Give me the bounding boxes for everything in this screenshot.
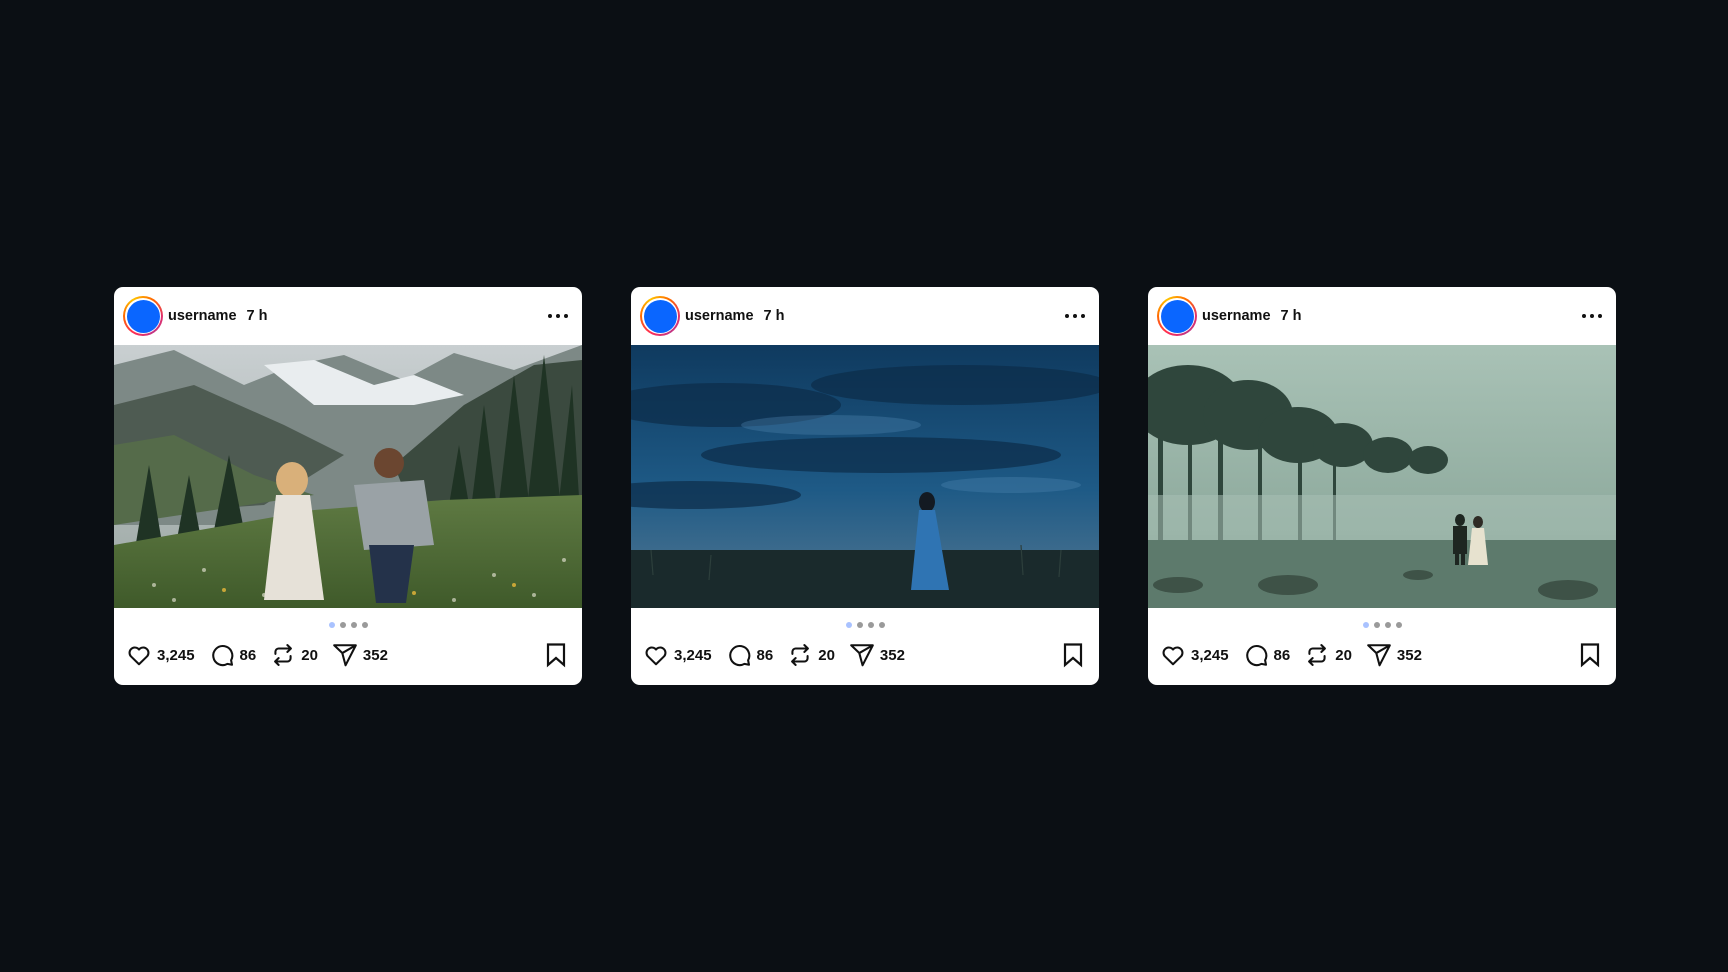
heart-icon xyxy=(645,646,667,666)
repost-icon xyxy=(1308,644,1327,666)
share-button[interactable]: 352 xyxy=(849,642,905,668)
carousel-dot-active[interactable] xyxy=(845,622,852,628)
comment-bubble-icon xyxy=(1245,645,1267,667)
save-button[interactable] xyxy=(544,642,568,668)
carousel-dot[interactable] xyxy=(1384,622,1391,628)
share-count: 352 xyxy=(879,646,905,664)
comment-button[interactable]: 86 xyxy=(209,642,257,668)
repost-count: 20 xyxy=(1335,646,1352,664)
save-button[interactable] xyxy=(1061,642,1085,668)
username[interactable]: username xyxy=(1202,308,1271,324)
like-button[interactable]: 3,245 xyxy=(1160,642,1229,668)
post-card: username 7 h 3,245 86 20 352 xyxy=(631,287,1099,685)
avatar[interactable] xyxy=(123,296,163,336)
post-actions: 3,245 86 20 352 xyxy=(1160,640,1602,670)
bookmark-icon xyxy=(546,643,566,668)
bookmark-icon xyxy=(1580,643,1600,668)
carousel-dot[interactable] xyxy=(361,622,368,628)
post-image[interactable] xyxy=(114,345,582,608)
carousel-indicator[interactable] xyxy=(631,608,1099,640)
like-button[interactable]: 3,245 xyxy=(126,642,195,668)
carousel-dot-active[interactable] xyxy=(328,622,335,628)
post-actions: 3,245 86 20 352 xyxy=(126,640,568,670)
comment-button[interactable]: 86 xyxy=(1243,642,1291,668)
post-time: 7 h xyxy=(763,308,785,324)
save-button[interactable] xyxy=(1578,642,1602,668)
like-count: 3,245 xyxy=(674,646,712,664)
carousel-indicator[interactable] xyxy=(1148,608,1616,640)
share-button[interactable]: 352 xyxy=(1366,642,1422,668)
avatar[interactable] xyxy=(1157,296,1197,336)
send-icon xyxy=(850,644,874,667)
carousel-dot[interactable] xyxy=(1373,622,1380,628)
comment-bubble-icon xyxy=(728,645,750,667)
carousel-dot[interactable] xyxy=(350,622,357,628)
carousel-dot[interactable] xyxy=(878,622,885,628)
like-count: 3,245 xyxy=(1191,646,1229,664)
post-header: username 7 h xyxy=(114,287,582,345)
repost-icon xyxy=(274,644,293,666)
carousel-indicator[interactable] xyxy=(114,608,582,640)
comment-bubble-icon xyxy=(211,645,233,667)
send-icon xyxy=(1367,644,1391,667)
post-card: username 7 h 3,245 86 20 352 xyxy=(114,287,582,685)
share-count: 352 xyxy=(362,646,388,664)
repost-count: 20 xyxy=(818,646,835,664)
send-icon xyxy=(333,644,357,667)
carousel-dot[interactable] xyxy=(339,622,346,628)
carousel-dot[interactable] xyxy=(867,622,874,628)
avatar[interactable] xyxy=(640,296,680,336)
comment-button[interactable]: 86 xyxy=(726,642,774,668)
avatar-image xyxy=(126,299,160,333)
carousel-dot[interactable] xyxy=(1395,622,1402,628)
heart-icon xyxy=(1162,646,1184,666)
post-actions: 3,245 86 20 352 xyxy=(643,640,1085,670)
like-button[interactable]: 3,245 xyxy=(643,642,712,668)
avatar-image xyxy=(1160,299,1194,333)
post-feed: username 7 h 3,245 86 20 352 username 7 … xyxy=(114,287,1616,685)
more-dots-icon[interactable] xyxy=(548,309,568,323)
post-time: 7 h xyxy=(1280,308,1302,324)
username[interactable]: username xyxy=(685,308,754,324)
like-count: 3,245 xyxy=(157,646,195,664)
comment-count: 86 xyxy=(756,646,774,664)
more-dots-icon[interactable] xyxy=(1065,309,1085,323)
post-card: username 7 h 3,245 86 20 352 xyxy=(1148,287,1616,685)
share-count: 352 xyxy=(1396,646,1422,664)
repost-count: 20 xyxy=(301,646,318,664)
carousel-dot[interactable] xyxy=(856,622,863,628)
bookmark-icon xyxy=(1063,643,1083,668)
comment-count: 86 xyxy=(1273,646,1291,664)
heart-icon xyxy=(128,646,150,666)
post-image[interactable] xyxy=(1148,345,1616,608)
repost-button[interactable]: 20 xyxy=(1304,642,1352,668)
carousel-dot-active[interactable] xyxy=(1362,622,1369,628)
more-dots-icon[interactable] xyxy=(1582,309,1602,323)
post-header: username 7 h xyxy=(1148,287,1616,345)
post-header: username 7 h xyxy=(631,287,1099,345)
repost-button[interactable]: 20 xyxy=(270,642,318,668)
username[interactable]: username xyxy=(168,308,237,324)
share-button[interactable]: 352 xyxy=(332,642,388,668)
post-time: 7 h xyxy=(246,308,268,324)
repost-icon xyxy=(791,644,810,666)
post-image[interactable] xyxy=(631,345,1099,608)
avatar-image xyxy=(643,299,677,333)
comment-count: 86 xyxy=(239,646,257,664)
repost-button[interactable]: 20 xyxy=(787,642,835,668)
